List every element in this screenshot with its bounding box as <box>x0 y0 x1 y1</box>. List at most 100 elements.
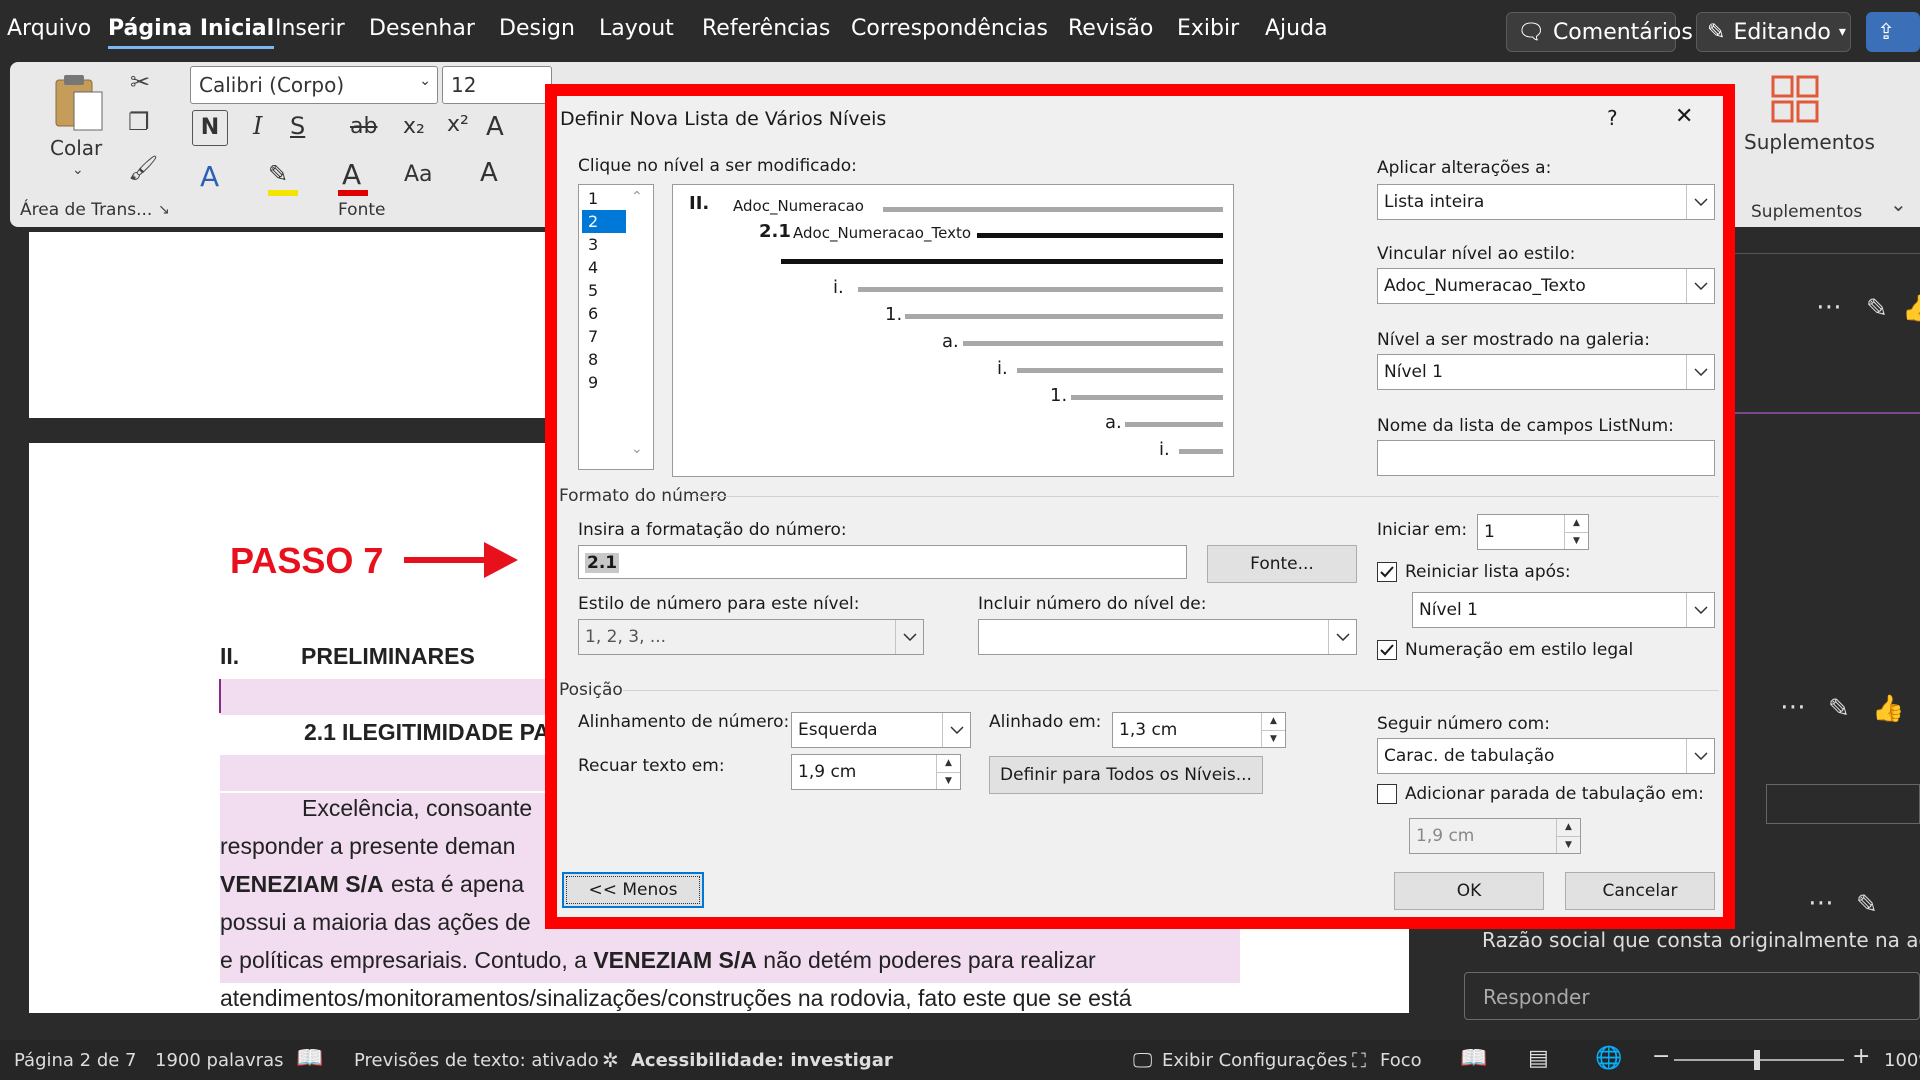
addins-button[interactable] <box>1770 74 1820 124</box>
number-alignment-select[interactable]: Esquerda <box>791 712 971 748</box>
like-icon[interactable]: 👍 <box>1902 294 1920 324</box>
restart-list-checkbox[interactable] <box>1377 562 1397 582</box>
level-item[interactable]: 3 <box>582 233 626 256</box>
include-level-select[interactable] <box>978 619 1357 655</box>
spin-down-icon[interactable]: ▼ <box>937 772 960 789</box>
tab-stop-spinner[interactable]: 1,9 cm ▲ ▼ <box>1409 818 1581 854</box>
font-size-select[interactable]: 12 <box>442 66 552 104</box>
help-icon[interactable]: ? <box>1607 106 1618 130</box>
listnum-input[interactable] <box>1377 440 1715 476</box>
more-options-icon[interactable]: ⋯ <box>1816 292 1842 322</box>
level-item[interactable]: 6 <box>582 302 626 325</box>
spin-up-icon[interactable]: ▲ <box>1565 515 1588 532</box>
ok-button[interactable]: OK <box>1394 872 1544 910</box>
spinner-arrows[interactable]: ▲ ▼ <box>1564 515 1588 549</box>
highlight-icon[interactable]: ✎ <box>268 160 288 188</box>
start-at-spinner[interactable]: 1 ▲ ▼ <box>1477 514 1589 550</box>
accessibility-status[interactable]: Acessibilidade: investigar <box>631 1050 893 1071</box>
level-item[interactable]: 5 <box>582 279 626 302</box>
scroll-up-icon[interactable]: ⌃ <box>631 189 643 205</box>
proofing-icon[interactable]: 📖 <box>296 1046 323 1071</box>
spin-up-icon[interactable]: ▲ <box>1262 713 1285 730</box>
ribbon-collapse-icon[interactable]: ⌄ <box>1890 192 1907 216</box>
font-color-icon[interactable]: A <box>342 158 361 191</box>
menu-design[interactable]: Design <box>499 16 575 41</box>
cut-icon[interactable]: ✂ <box>130 68 150 96</box>
share-button[interactable]: ⇪ <box>1866 12 1920 52</box>
menu-exibir[interactable]: Exibir <box>1177 16 1239 41</box>
level-list[interactable]: 1 2 3 4 5 6 7 8 9 ⌃ ⌄ <box>578 184 654 470</box>
scroll-down-icon[interactable]: ⌄ <box>631 441 643 457</box>
spinner-arrows[interactable]: ▲ ▼ <box>936 755 960 789</box>
dialog-launcher-icon[interactable]: ↘ <box>158 202 170 218</box>
chevron-down-icon[interactable]: ⌄ <box>72 162 84 178</box>
apply-to-select[interactable]: Lista inteira <box>1377 184 1715 220</box>
menu-layout[interactable]: Layout <box>599 16 674 41</box>
strikethrough-button[interactable]: ab <box>350 114 377 139</box>
clear-formatting-icon[interactable]: A <box>486 112 504 142</box>
add-tab-stop-checkbox[interactable] <box>1377 784 1397 804</box>
read-mode-icon[interactable]: 📖 <box>1460 1046 1487 1071</box>
gallery-level-select[interactable]: Nível 1 <box>1377 354 1715 390</box>
zoom-out-icon[interactable]: − <box>1652 1044 1670 1069</box>
editing-button[interactable]: ✎ Editando ▾ <box>1696 12 1851 52</box>
menu-ajuda[interactable]: Ajuda <box>1265 16 1328 41</box>
zoom-slider-thumb[interactable] <box>1754 1050 1760 1070</box>
spin-down-icon[interactable]: ▼ <box>1557 836 1580 853</box>
zoom-in-icon[interactable]: + <box>1852 1044 1870 1069</box>
set-all-levels-button[interactable]: Definir para Todos os Níveis... <box>989 756 1263 794</box>
more-options-icon[interactable]: ⋯ <box>1808 888 1834 918</box>
underline-button[interactable]: S <box>290 112 305 140</box>
edit-icon[interactable]: ✎ <box>1856 890 1878 920</box>
edit-icon[interactable]: ✎ <box>1828 694 1850 724</box>
menu-arquivo[interactable]: Arquivo <box>7 16 91 41</box>
menu-correspondencias[interactable]: Correspondências <box>851 16 1048 41</box>
level-item[interactable]: 4 <box>582 256 626 279</box>
bold-button[interactable]: N <box>192 110 228 146</box>
spin-up-icon[interactable]: ▲ <box>1557 819 1580 836</box>
spin-down-icon[interactable]: ▼ <box>1262 730 1285 747</box>
restart-after-select[interactable]: Nível 1 <box>1412 592 1715 628</box>
page-count[interactable]: Página 2 de 7 <box>14 1050 137 1071</box>
reply-input[interactable]: Responder <box>1464 972 1920 1020</box>
like-icon[interactable]: 👍 <box>1872 694 1904 724</box>
text-predictions[interactable]: Previsões de texto: ativado <box>354 1050 599 1071</box>
spinner-arrows[interactable]: ▲ ▼ <box>1261 713 1285 747</box>
link-style-select[interactable]: Adoc_Numeracao_Texto <box>1377 268 1715 304</box>
paste-button[interactable] <box>50 72 106 134</box>
level-item-selected[interactable]: 2 <box>582 210 626 233</box>
legal-style-checkbox[interactable] <box>1377 640 1397 660</box>
spinner-arrows[interactable]: ▲ ▼ <box>1556 819 1580 853</box>
number-style-select[interactable]: 1, 2, 3, ... <box>578 619 924 655</box>
menu-inserir[interactable]: Inserir <box>275 16 345 41</box>
level-item[interactable]: 1 <box>582 187 626 210</box>
zoom-level[interactable]: 100% <box>1884 1050 1920 1071</box>
comments-button[interactable]: 🗨 Comentários <box>1506 12 1693 52</box>
menu-revisao[interactable]: Revisão <box>1068 16 1153 41</box>
text-indent-spinner[interactable]: 1,9 cm ▲ ▼ <box>791 754 961 790</box>
text-effects-icon[interactable]: A <box>200 160 219 193</box>
spin-up-icon[interactable]: ▲ <box>937 755 960 772</box>
change-case-button[interactable]: Aa <box>404 162 433 187</box>
superscript-icon[interactable]: x² <box>447 112 469 137</box>
format-painter-icon[interactable]: 🖌 <box>128 154 158 182</box>
less-button[interactable]: << Menos <box>562 872 704 908</box>
follow-number-select[interactable]: Carac. de tabulação <box>1377 738 1715 774</box>
cancel-button[interactable]: Cancelar <box>1565 872 1715 910</box>
edit-icon[interactable]: ✎ <box>1866 294 1888 324</box>
word-count[interactable]: 1900 palavras <box>155 1050 283 1071</box>
number-format-input[interactable]: 2.1 <box>578 545 1187 579</box>
copy-icon[interactable]: ❐ <box>128 108 150 136</box>
level-item[interactable]: 9 <box>582 371 626 394</box>
aligned-at-spinner[interactable]: 1,3 cm ▲ ▼ <box>1112 712 1286 748</box>
reply-box-partial[interactable] <box>1766 784 1920 824</box>
spin-down-icon[interactable]: ▼ <box>1565 532 1588 549</box>
subscript-icon[interactable]: x₂ <box>403 114 425 139</box>
grow-font-button[interactable]: A <box>480 158 498 188</box>
menu-referencias[interactable]: Referências <box>702 16 830 41</box>
web-layout-icon[interactable]: 🌐 <box>1595 1046 1622 1071</box>
italic-button[interactable]: I <box>253 112 262 140</box>
menu-desenhar[interactable]: Desenhar <box>369 16 475 41</box>
focus-mode[interactable]: Foco <box>1380 1050 1422 1071</box>
font-button[interactable]: Fonte... <box>1207 545 1357 583</box>
